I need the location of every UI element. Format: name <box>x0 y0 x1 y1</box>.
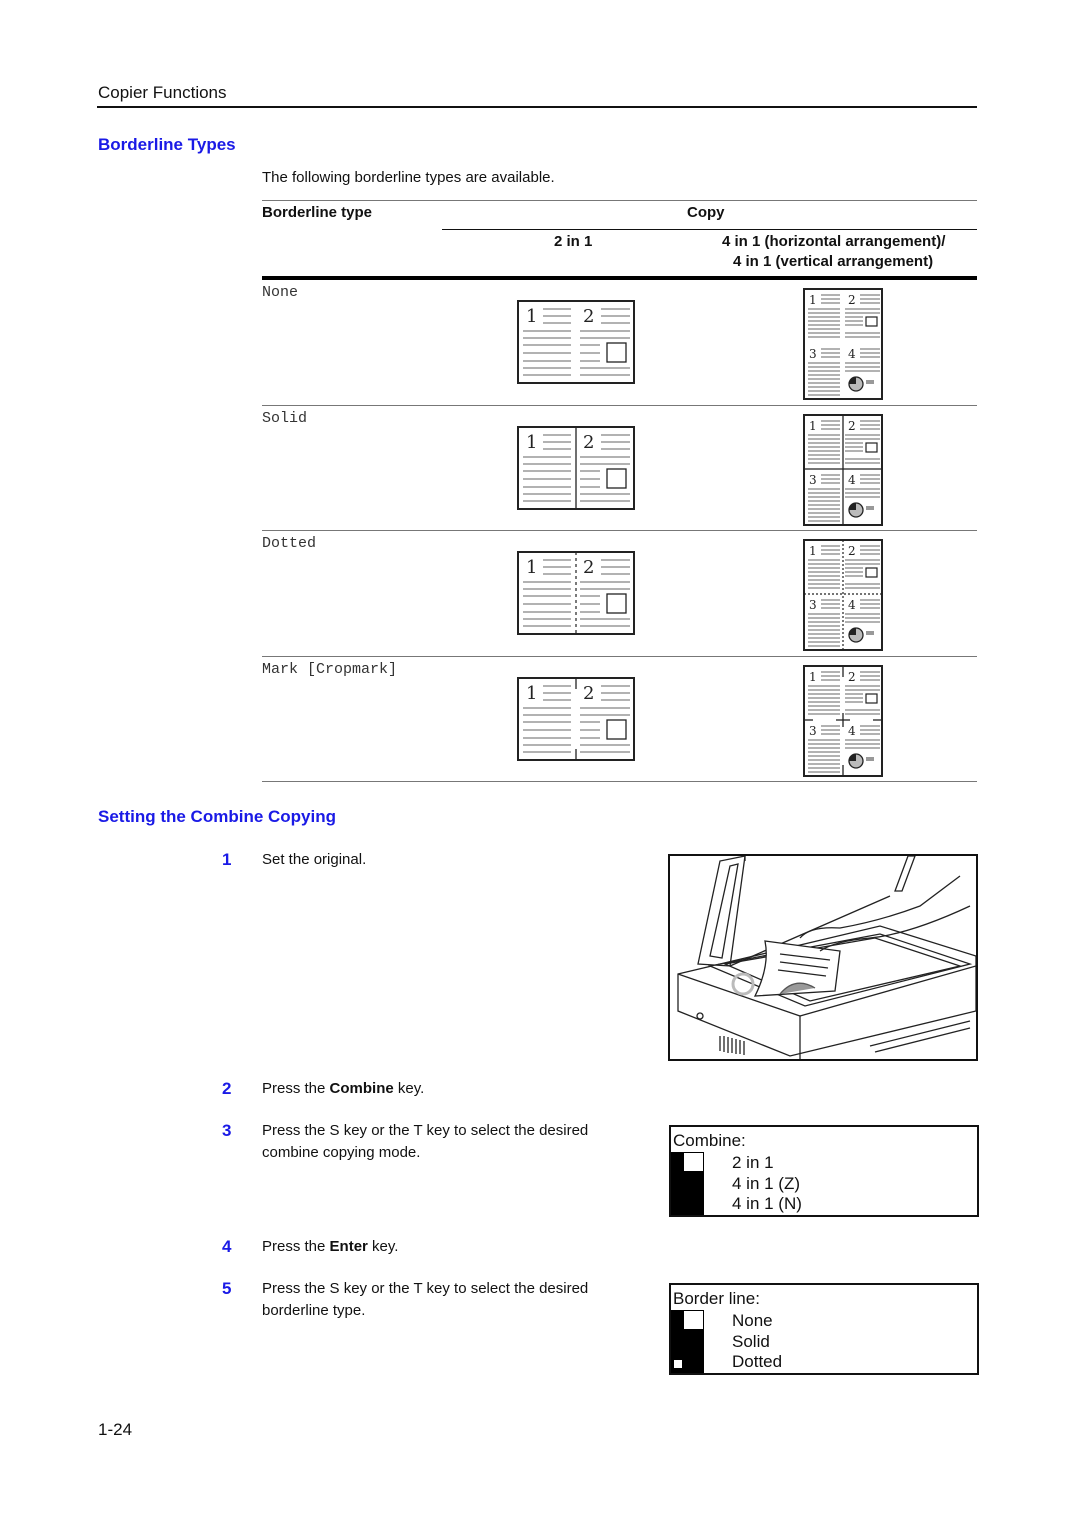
col-header-type: Borderline type <box>262 204 373 221</box>
row-divider <box>262 655 977 657</box>
svg-text:2: 2 <box>848 544 856 558</box>
diagram-2in1-none: 12 <box>517 300 635 384</box>
step-text-post: key. <box>393 1080 425 1097</box>
svg-text:2: 2 <box>583 306 594 327</box>
borderline-type-label: Mark [Cropmark] <box>262 660 398 678</box>
lcd-option-4in1-z[interactable]: 4 in 1 (Z) <box>732 1174 800 1194</box>
svg-text:1: 1 <box>526 432 537 453</box>
col-header-2in1: 2 in 1 <box>554 233 593 250</box>
copier-illustration <box>668 854 978 1061</box>
svg-text:4: 4 <box>848 347 856 361</box>
copy-sub-rule <box>442 229 977 230</box>
diagram-2in1-dotted: 12 <box>517 551 635 635</box>
lcd-option-2in1[interactable]: 2 in 1 <box>732 1153 774 1173</box>
step-number: 4 <box>222 1237 232 1256</box>
svg-text:4: 4 <box>848 598 856 612</box>
header-rule <box>97 106 977 108</box>
lcd-option-4in1-n[interactable]: 4 in 1 (N) <box>732 1194 802 1214</box>
step-text: Press the S key or the T key to select t… <box>262 1122 589 1161</box>
row-divider <box>262 781 977 782</box>
step-text-post: key. <box>367 1238 399 1255</box>
row-divider <box>262 404 977 406</box>
lcd-option-none[interactable]: None <box>732 1311 773 1331</box>
table-top-rule <box>262 200 977 201</box>
setting-combine-heading: Setting the Combine Copying <box>98 807 336 826</box>
lcd-combine-panel: Combine: 2 in 1 4 in 1 (Z) 4 in 1 (N) <box>669 1125 979 1217</box>
step-number: 5 <box>222 1279 232 1298</box>
step-number: 3 <box>222 1121 232 1140</box>
section-header: Copier Functions <box>98 83 227 102</box>
diagram-4in1-solid: 1 2 3 4 <box>803 413 883 526</box>
diagram-4in1-dotted: 1 2 3 4 <box>803 539 883 651</box>
diagram-2in1-mark: 12 <box>517 676 635 761</box>
lcd-selection-cursor <box>684 1311 703 1329</box>
borderline-types-heading: Borderline Types <box>98 135 236 154</box>
step-number: 1 <box>222 850 232 869</box>
col-header-copy: Copy <box>687 204 725 221</box>
svg-text:2: 2 <box>583 683 594 704</box>
svg-text:1: 1 <box>526 683 537 704</box>
step-text: Press the Enter key. <box>262 1236 642 1258</box>
borderline-type-label: None <box>262 284 299 301</box>
step-text: Press the S key or the T key to select t… <box>262 1280 589 1319</box>
diagram-4in1-none: 1 2 3 4 <box>803 288 883 400</box>
svg-text:2: 2 <box>848 293 856 307</box>
col-header-4in1-line2: 4 in 1 (vertical arrangement) <box>733 253 934 270</box>
svg-text:4: 4 <box>848 473 856 487</box>
svg-text:2: 2 <box>583 432 594 453</box>
lcd-combine-title: Combine: <box>673 1131 746 1150</box>
lcd-option-dotted[interactable]: Dotted <box>732 1352 782 1372</box>
svg-text:3: 3 <box>809 473 817 487</box>
step-text: Set the original. <box>262 851 367 868</box>
step-text-pre: Press the <box>262 1080 330 1097</box>
svg-text:2: 2 <box>848 419 856 433</box>
intro-text: The following borderline types are avail… <box>262 169 555 186</box>
svg-text:1: 1 <box>526 306 537 327</box>
svg-text:2: 2 <box>583 557 594 578</box>
svg-text:1: 1 <box>809 544 817 558</box>
lcd-selection-cursor <box>684 1153 703 1171</box>
step-text: Press the Combine key. <box>262 1078 642 1100</box>
lcd-border-line-panel: Border line: None Solid Dotted <box>669 1283 979 1375</box>
lcd-more-indicator <box>674 1360 682 1368</box>
svg-text:1: 1 <box>809 293 817 307</box>
step-number: 2 <box>222 1079 232 1098</box>
svg-text:3: 3 <box>809 724 817 738</box>
svg-text:1: 1 <box>809 419 817 433</box>
svg-text:1: 1 <box>809 670 817 684</box>
set-original-drawing <box>677 856 976 1059</box>
lcd-option-solid[interactable]: Solid <box>732 1332 770 1352</box>
svg-text:4: 4 <box>848 724 856 738</box>
svg-text:2: 2 <box>848 670 856 684</box>
svg-text:3: 3 <box>809 347 817 361</box>
combine-key-label: Combine <box>329 1080 394 1097</box>
step-text-pre: Press the <box>262 1238 330 1255</box>
borderline-type-label: Dotted <box>262 535 317 552</box>
col-header-4in1-line1: 4 in 1 (horizontal arrangement)/ <box>722 233 946 250</box>
enter-key-label: Enter <box>329 1238 368 1255</box>
lcd-border-title: Border line: <box>673 1289 760 1308</box>
diagram-4in1-mark: 1 2 3 4 <box>803 664 883 777</box>
diagram-2in1-solid: 12 <box>517 425 635 510</box>
borderline-type-label: Solid <box>262 409 308 427</box>
row-divider <box>262 530 977 531</box>
page-number: 1-24 <box>98 1420 133 1439</box>
table-header-rule <box>262 276 977 280</box>
svg-text:1: 1 <box>526 557 537 578</box>
svg-text:3: 3 <box>809 598 817 612</box>
